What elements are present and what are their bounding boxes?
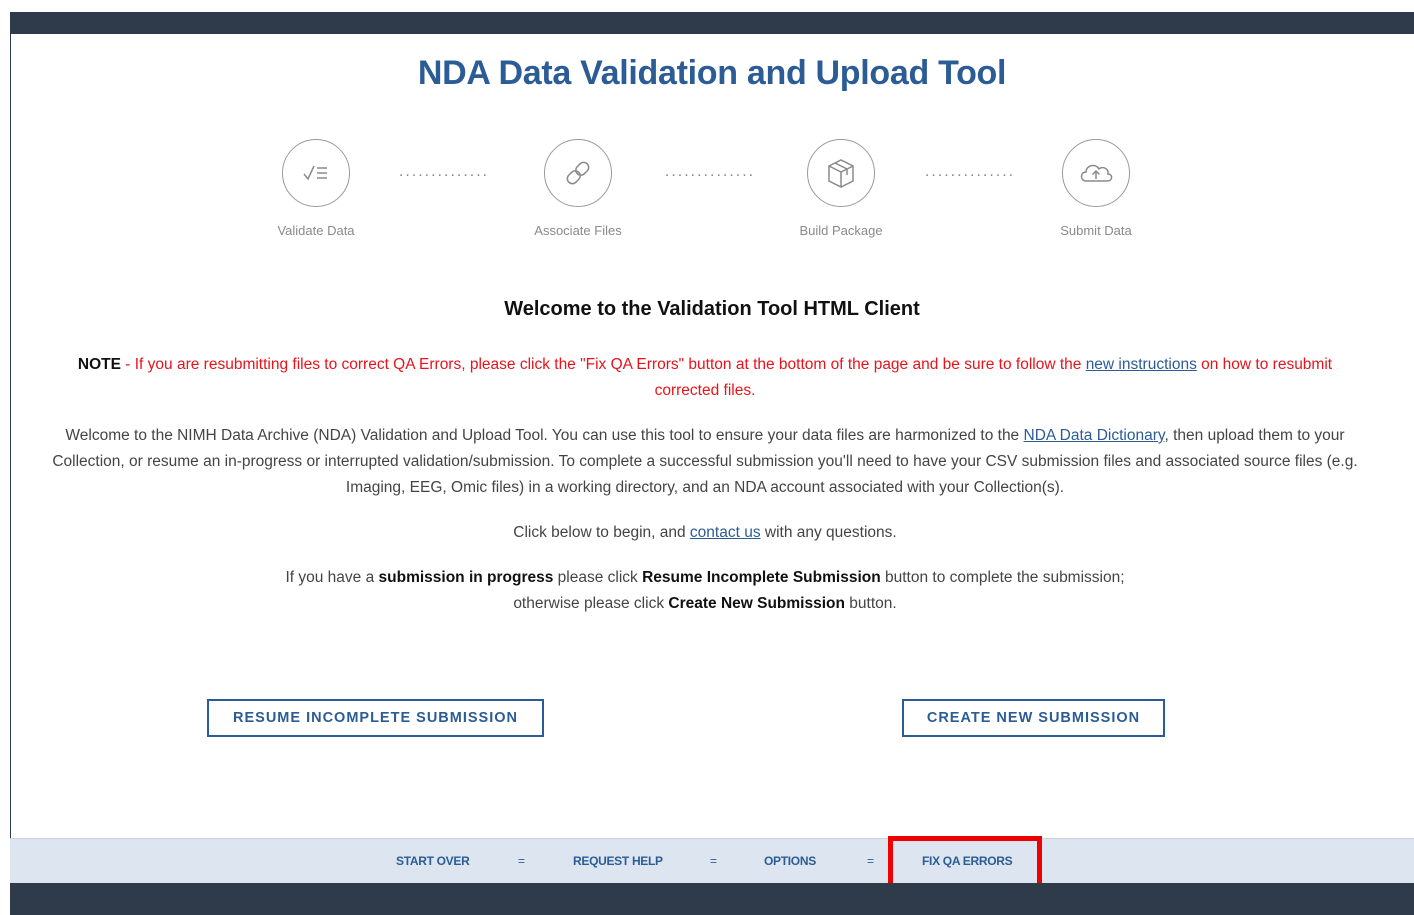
bottom-nav-bar: START OVER = REQUEST HELP = OPTIONS = FI… <box>10 838 1414 883</box>
note-label: NOTE <box>77 356 121 373</box>
intro-paragraph: Welcome to the NIMH Data Archive (NDA) V… <box>50 423 1360 501</box>
footer-bar <box>10 883 1414 915</box>
instruction-text: If you have a <box>285 569 379 586</box>
top-header-bar <box>10 12 1414 34</box>
checklist-icon <box>282 139 350 207</box>
contact-text-end: with any questions. <box>760 524 897 541</box>
request-help-link[interactable]: REQUEST HELP <box>573 839 663 883</box>
options-link[interactable]: OPTIONS <box>764 839 816 883</box>
cloud-upload-icon <box>1062 139 1130 207</box>
step-build-package: Build Package <box>771 139 911 238</box>
box-icon <box>807 139 875 207</box>
start-over-link[interactable]: START OVER <box>396 839 470 883</box>
contact-text: Click below to begin, and <box>513 524 690 541</box>
instruction-bold: Resume Incomplete Submission <box>642 569 881 586</box>
nav-separator: = <box>710 854 718 868</box>
step-submit-data: Submit Data <box>1026 139 1166 238</box>
step-label: Build Package <box>799 223 883 238</box>
nda-data-dictionary-link[interactable]: NDA Data Dictionary <box>1024 427 1165 444</box>
instruction-text: button. <box>844 595 897 612</box>
step-connector: .............. <box>924 163 1016 180</box>
instruction-text: button to complete the submission; <box>880 569 1125 586</box>
link-icon <box>544 139 612 207</box>
intro-text: Welcome to the NIMH Data Archive (NDA) V… <box>65 427 1024 444</box>
contact-paragraph: Click below to begin, and contact us wit… <box>50 520 1360 546</box>
new-instructions-link[interactable]: new instructions <box>1086 356 1197 373</box>
step-label: Submit Data <box>1060 223 1132 238</box>
instructions-paragraph: If you have a submission in progress ple… <box>50 565 1360 617</box>
nav-separator: = <box>518 854 526 868</box>
instruction-text: otherwise please click <box>513 595 669 612</box>
resume-incomplete-submission-button[interactable]: RESUME INCOMPLETE SUBMISSION <box>207 699 544 737</box>
nav-separator: = <box>867 854 875 868</box>
step-label: Validate Data <box>277 223 355 238</box>
instruction-text: please click <box>553 569 643 586</box>
step-connector: .............. <box>664 163 756 180</box>
qa-note: NOTE - If you are resubmitting files to … <box>50 352 1360 404</box>
page-title: NDA Data Validation and Upload Tool <box>417 54 1007 92</box>
step-associate-files: Associate Files <box>508 139 648 238</box>
step-connector: .............. <box>398 163 490 180</box>
contact-us-link[interactable]: contact us <box>690 524 761 541</box>
step-label: Associate Files <box>534 223 622 238</box>
instruction-bold: Create New Submission <box>668 595 845 612</box>
create-new-submission-button[interactable]: CREATE NEW SUBMISSION <box>902 699 1165 737</box>
welcome-heading: Welcome to the Validation Tool HTML Clie… <box>504 298 920 320</box>
instruction-bold: submission in progress <box>378 569 554 586</box>
fix-qa-errors-highlight-box <box>888 836 1042 890</box>
step-validate-data: Validate Data <box>246 139 386 238</box>
note-text: - If you are resubmitting files to corre… <box>120 356 1086 373</box>
window-left-border <box>10 12 11 915</box>
